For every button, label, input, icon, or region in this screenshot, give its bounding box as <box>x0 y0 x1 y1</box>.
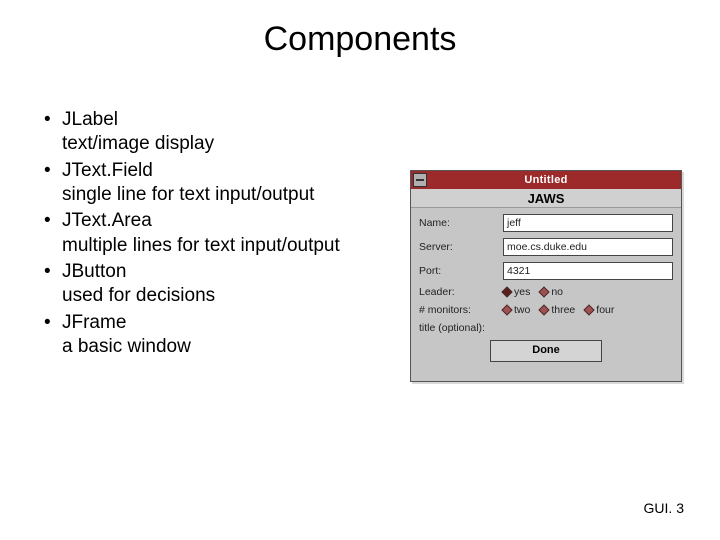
window-menu-icon <box>413 173 427 187</box>
bullet-desc: multiple lines for text input/output <box>62 234 374 258</box>
list-item: JButton used for decisions <box>44 260 374 309</box>
option-label: yes <box>514 286 530 298</box>
server-input: moe.cs.duke.edu <box>503 238 673 256</box>
leader-option-no: no <box>540 286 563 298</box>
window-title: Untitled <box>524 174 567 186</box>
row-filler: title (optional): <box>419 322 673 334</box>
leader-label: Leader: <box>419 286 497 298</box>
window-heading: JAWS <box>411 189 681 208</box>
monitors-label: # monitors: <box>419 304 497 316</box>
monitors-option: four <box>585 304 614 316</box>
port-input: 4321 <box>503 262 673 280</box>
slide-title: Components <box>0 20 720 59</box>
bullet-desc: single line for text input/output <box>62 183 374 207</box>
bullet-desc: a basic window <box>62 335 374 359</box>
leader-option-yes: yes <box>503 286 530 298</box>
window-titlebar: Untitled <box>411 171 681 189</box>
monitors-option: two <box>503 304 530 316</box>
bullet-name: JLabel <box>62 109 118 130</box>
row-name: Name: jeff <box>419 214 673 232</box>
option-label: no <box>551 286 563 298</box>
monitors-option: three <box>540 304 575 316</box>
bullet-desc: text/image display <box>62 132 374 156</box>
bullet-name: JText.Field <box>62 160 153 181</box>
option-label: four <box>596 304 614 316</box>
name-input: jeff <box>503 214 673 232</box>
done-button: Done <box>490 340 602 362</box>
slide-footer: GUI. 3 <box>644 500 684 516</box>
diamond-icon <box>584 304 595 315</box>
bullet-name: JButton <box>62 261 126 282</box>
port-label: Port: <box>419 265 497 277</box>
list-item: JFrame a basic window <box>44 311 374 360</box>
list-item: JText.Area multiple lines for text input… <box>44 209 374 258</box>
row-monitors: # monitors: two three four <box>419 304 673 316</box>
bullet-name: JFrame <box>62 312 126 333</box>
row-port: Port: 4321 <box>419 262 673 280</box>
list-item: JLabel text/image display <box>44 108 374 157</box>
row-server: Server: moe.cs.duke.edu <box>419 238 673 256</box>
monitors-options: two three four <box>503 304 673 316</box>
diamond-icon <box>501 286 512 297</box>
server-label: Server: <box>419 241 497 253</box>
row-leader: Leader: yes no <box>419 286 673 298</box>
bullet-desc: used for decisions <box>62 284 374 308</box>
diamond-icon <box>501 304 512 315</box>
list-item: JText.Field single line for text input/o… <box>44 159 374 208</box>
leader-options: yes no <box>503 286 673 298</box>
filler-label: title (optional): <box>419 322 485 334</box>
option-label: three <box>551 304 575 316</box>
option-label: two <box>514 304 530 316</box>
bullet-list: JLabel text/image display JText.Field si… <box>44 108 374 361</box>
window-body: Name: jeff Server: moe.cs.duke.edu Port:… <box>411 208 681 368</box>
diamond-icon <box>539 304 550 315</box>
diamond-icon <box>539 286 550 297</box>
example-window: Untitled JAWS Name: jeff Server: moe.cs.… <box>410 170 682 382</box>
name-label: Name: <box>419 217 497 229</box>
bullet-name: JText.Area <box>62 210 152 231</box>
